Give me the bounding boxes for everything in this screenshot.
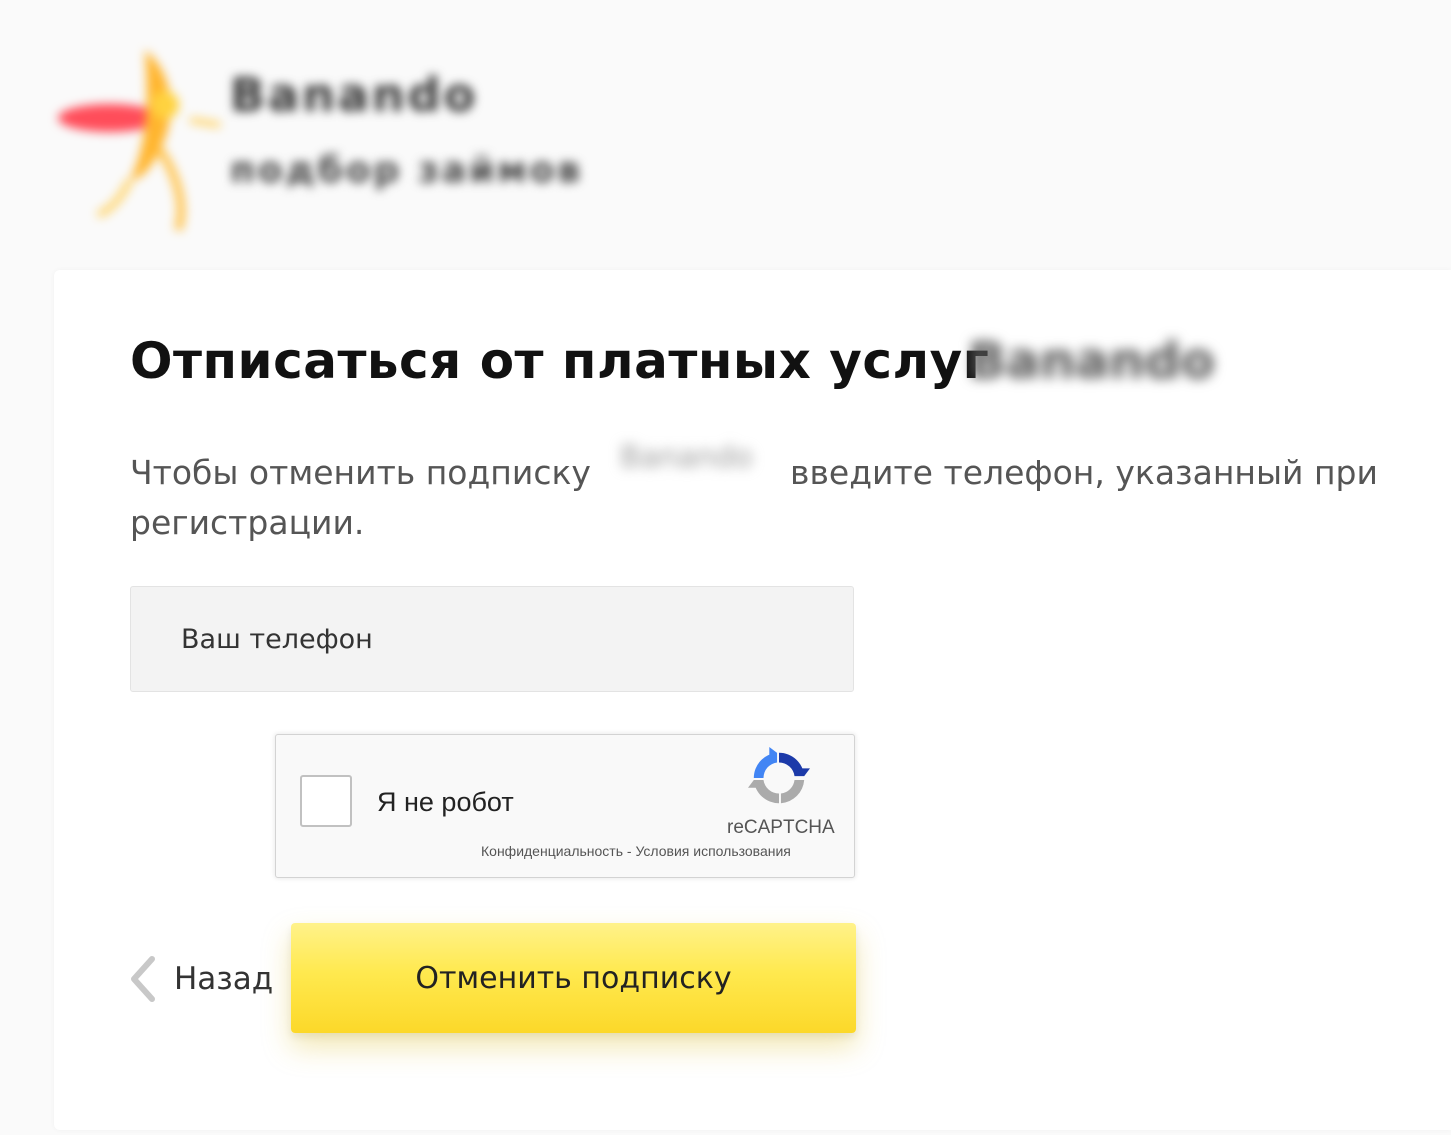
cancel-subscription-button[interactable]: Отменить подписку — [291, 923, 856, 1033]
recaptcha-privacy-link[interactable]: Конфиденциальность — [481, 843, 623, 859]
chevron-left-icon — [131, 956, 155, 1002]
recaptcha-label: Я не робот — [377, 787, 514, 817]
description-text-line2: регистрации. — [130, 503, 365, 542]
site-header: Banando подбор займов — [0, 0, 1451, 260]
recaptcha-logo-icon — [748, 747, 810, 804]
back-link[interactable]: Назад — [128, 950, 273, 1008]
back-label: Назад — [174, 961, 274, 997]
description-text: Чтобы отменить подписку — [130, 453, 591, 492]
brand-tagline: подбор займов — [230, 150, 584, 191]
recaptcha-links-separator: - — [623, 843, 636, 859]
phone-input[interactable] — [130, 586, 854, 692]
page-title: Отписаться от платных услуг — [130, 332, 990, 390]
description-brand-name: Banando — [620, 440, 753, 475]
recaptcha-checkbox[interactable] — [300, 775, 352, 827]
brand-name: Banando — [230, 68, 479, 122]
recaptcha-widget: Я не робот reCAPTCHA Конфиденциальность … — [275, 734, 855, 878]
title-brand-name: Banando — [968, 332, 1215, 390]
banana-logo-icon — [58, 50, 221, 232]
recaptcha-terms-link[interactable]: Условия использования — [635, 843, 790, 859]
description-text-continued: введите телефон, указанный при — [790, 453, 1378, 492]
recaptcha-brand-label: reCAPTCHA — [727, 817, 835, 838]
recaptcha-links: Конфиденциальность - Условия использован… — [481, 843, 791, 859]
